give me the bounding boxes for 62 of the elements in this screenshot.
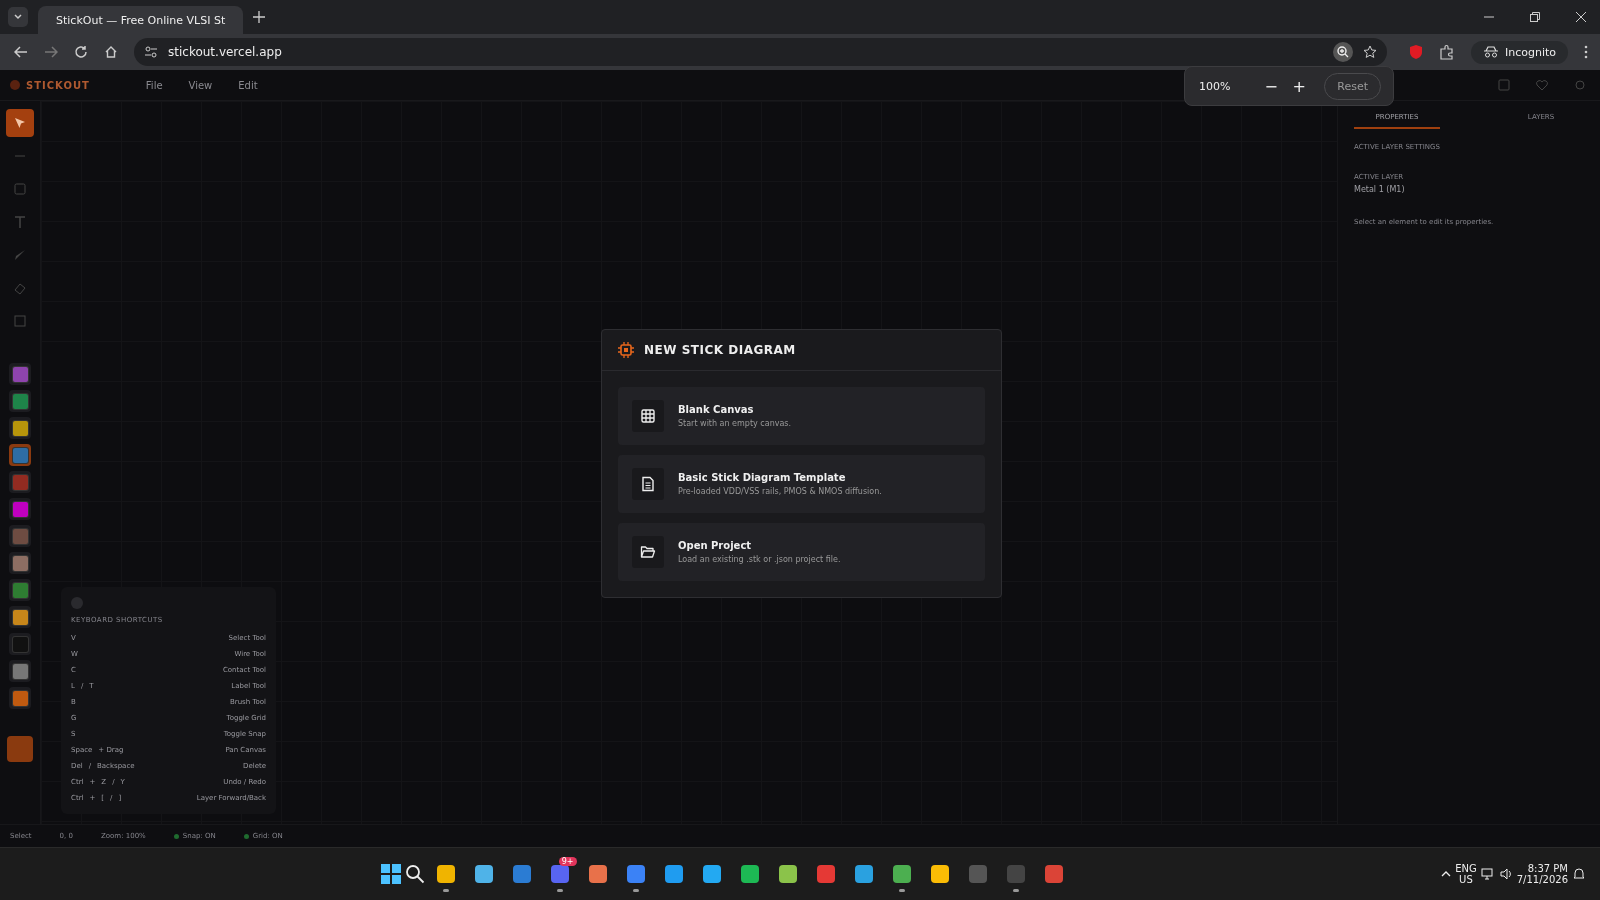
- chevron-down-icon: [13, 12, 23, 22]
- incognito-button[interactable]: Incognito: [1470, 40, 1568, 64]
- notification-badge: 9+: [558, 857, 577, 866]
- contact-icon: [13, 314, 27, 328]
- bookmark-star-icon[interactable]: [1362, 45, 1377, 59]
- app-brand: STICKOUT: [26, 79, 90, 91]
- chevron-up-icon[interactable]: [1441, 869, 1452, 879]
- folder-icon: [640, 544, 656, 560]
- home-icon[interactable]: [104, 45, 118, 59]
- brush-icon: [13, 248, 27, 262]
- tab-list-button[interactable]: [8, 7, 28, 27]
- back-icon[interactable]: [14, 45, 28, 59]
- tab-title: StickOut — Free Online VLSI St: [56, 13, 226, 27]
- zoom-level: 100%: [1199, 79, 1231, 93]
- language-indicator[interactable]: ENG US: [1455, 863, 1477, 885]
- option-card[interactable]: Basic Stick Diagram Template Pre-loaded VDD/VSS rails, PMOS & NMOS diffusion.: [618, 455, 985, 513]
- reload-icon[interactable]: [74, 45, 88, 59]
- select-tool-button[interactable]: [6, 109, 34, 137]
- dialog-title: NEW STICK DIAGRAM: [644, 343, 796, 357]
- menu-item[interactable]: File: [145, 79, 163, 91]
- option-description: Pre-loaded VDD/VSS rails, PMOS & NMOS diffusion.: [678, 487, 882, 496]
- menu-item[interactable]: Edit: [238, 79, 258, 91]
- option-description: Load an existing .stk or .json project file.: [678, 555, 841, 564]
- extension-shield-icon[interactable]: [1408, 44, 1423, 60]
- restore-icon[interactable]: [1530, 12, 1540, 22]
- info-icon: [71, 597, 83, 609]
- option-title: Basic Stick Diagram Template: [678, 472, 847, 483]
- clock[interactable]: 8:37 PM 7/11/2026: [1516, 863, 1568, 885]
- windows-start-icon[interactable]: [380, 864, 401, 884]
- browser-tab[interactable]: StickOut — Free Online VLSI St: [38, 6, 243, 34]
- network-icon[interactable]: [1480, 867, 1495, 881]
- select-icon: [13, 116, 27, 130]
- eraser-icon: [13, 281, 27, 295]
- field-value: Metal 1 (M1): [1354, 185, 1406, 194]
- new-tab-icon[interactable]: [253, 11, 265, 23]
- option-card[interactable]: Blank Canvas Start with an empty canvas.: [618, 387, 985, 445]
- app-logo-icon: [10, 80, 20, 90]
- text-icon: [13, 215, 27, 229]
- zoom-icon[interactable]: [1332, 42, 1353, 62]
- notification-bell-icon[interactable]: [1572, 867, 1586, 881]
- option-card[interactable]: Open Project Load an existing .stk or .json project file.: [618, 523, 985, 581]
- chip-icon: [618, 342, 634, 358]
- grid-icon: [640, 408, 656, 424]
- option-description: Start with an empty canvas.: [678, 419, 792, 428]
- reset-button[interactable]: Reset: [1324, 72, 1381, 100]
- document-icon: [640, 476, 656, 492]
- close-icon[interactable]: [1576, 12, 1586, 22]
- incognito-icon: [1482, 46, 1499, 58]
- volume-icon[interactable]: [1498, 867, 1513, 881]
- menu-item[interactable]: View: [188, 79, 213, 91]
- taskbar-app[interactable]: 9+: [542, 856, 577, 892]
- forward-icon[interactable]: [44, 45, 58, 59]
- rect-icon: [13, 182, 27, 196]
- option-title: Open Project: [678, 540, 753, 551]
- address-bar[interactable]: stickout.vercel.app: [134, 38, 1387, 66]
- site-settings-icon[interactable]: [144, 45, 158, 59]
- zoom-in-button[interactable]: +: [1288, 76, 1311, 96]
- option-title: Blank Canvas: [678, 404, 755, 415]
- search-icon[interactable]: [404, 864, 425, 884]
- more-menu-icon[interactable]: [1584, 45, 1588, 59]
- extensions-puzzle-icon[interactable]: [1438, 44, 1455, 60]
- zoom-out-button[interactable]: −: [1260, 76, 1283, 96]
